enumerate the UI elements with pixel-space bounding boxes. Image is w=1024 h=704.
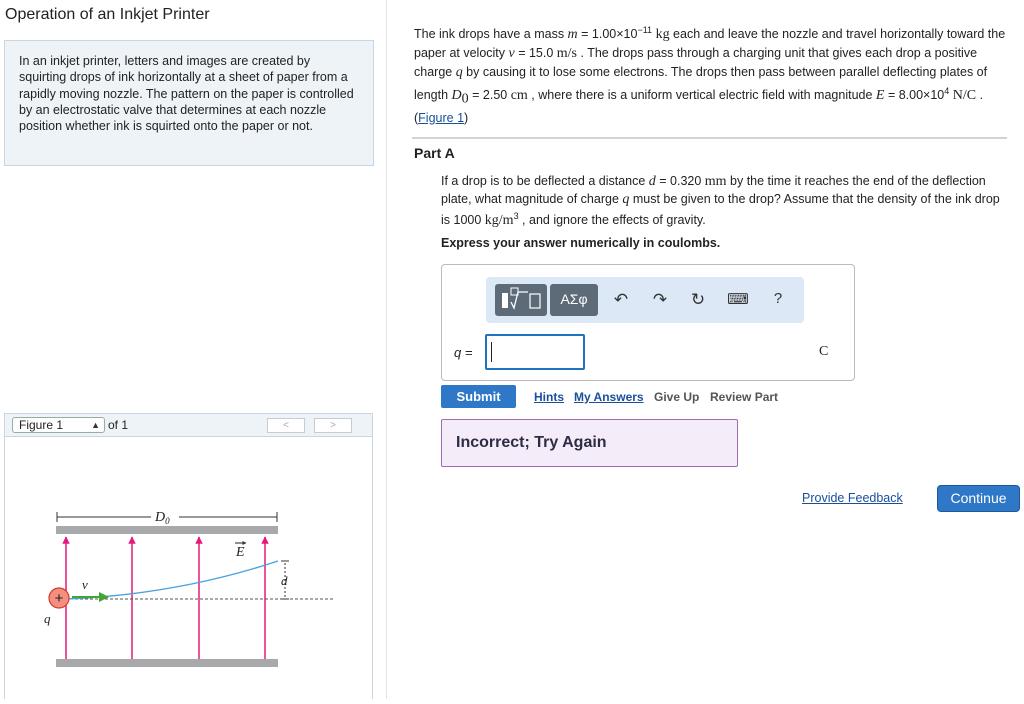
part-label: Part A	[414, 145, 455, 161]
figure-toolbar: Figure 1 ▲ of 1 < >	[4, 413, 373, 437]
hints-link[interactable]: Hints	[534, 390, 564, 404]
next-figure-button[interactable]: >	[314, 418, 352, 433]
bottom-plate	[56, 659, 278, 667]
answer-input[interactable]	[485, 334, 585, 370]
problem-statement: The ink drops have a mass m = 1.00×10−11…	[414, 25, 1006, 125]
undo-icon[interactable]: ↶	[610, 290, 632, 310]
submit-button[interactable]: Submit	[441, 385, 516, 408]
text-caret	[491, 342, 492, 362]
intro-text: In an inkjet printer, letters and images…	[4, 40, 374, 166]
label-d0-sub: 0	[165, 516, 170, 526]
section-divider	[412, 137, 1007, 139]
review-part-link[interactable]: Review Part	[710, 390, 778, 404]
reset-icon[interactable]: ↻	[687, 290, 709, 310]
give-up-link[interactable]: Give Up	[654, 390, 699, 404]
my-answers-link[interactable]: My Answers	[574, 390, 644, 404]
right-panel: The ink drops have a mass m = 1.00×10−11…	[387, 0, 1024, 699]
figure-link[interactable]: Figure 1	[418, 111, 464, 125]
select-arrows-icon: ▲	[91, 420, 100, 430]
help-button[interactable]: ?	[767, 290, 789, 307]
chevron-right-icon: >	[330, 420, 336, 431]
feedback-message: Incorrect; Try Again	[441, 419, 738, 467]
provide-feedback-link[interactable]: Provide Feedback	[802, 491, 903, 505]
redo-icon[interactable]: ↷	[649, 290, 671, 310]
figure-area: D0 E d v + q	[4, 437, 373, 699]
question-text: If a drop is to be deflected a distance …	[441, 174, 1000, 229]
figure-select[interactable]: Figure 1 ▲	[12, 417, 105, 433]
figure-select-label: Figure 1	[19, 418, 64, 432]
inkjet-diagram: D0 E d v + q	[44, 509, 335, 667]
answer-box: ΑΣφ ↶ ↷ ↻ ⌨ ? q = C	[441, 264, 855, 381]
continue-button[interactable]: Continue	[937, 485, 1020, 512]
greek-symbols-button[interactable]: ΑΣφ	[550, 284, 598, 316]
drop-trajectory	[64, 560, 279, 600]
problem-title: Operation of an Inkjet Printer	[5, 6, 210, 23]
keyboard-icon[interactable]: ⌨	[727, 290, 749, 308]
label-d0: D	[154, 510, 165, 525]
templates-button[interactable]	[495, 284, 547, 316]
answer-instructions: Express your answer numerically in coulo…	[441, 236, 721, 250]
left-panel: Operation of an Inkjet Printer In an ink…	[0, 0, 386, 699]
label-d: d	[281, 573, 288, 588]
top-plate	[56, 526, 278, 534]
figure-count: of 1	[108, 418, 129, 432]
label-e: E	[235, 545, 245, 560]
label-v: v	[82, 577, 88, 592]
prev-figure-button[interactable]: <	[267, 418, 305, 433]
templates-icon	[502, 287, 541, 310]
answer-unit: C	[819, 344, 829, 359]
label-q: q	[44, 611, 51, 626]
chevron-left-icon: <	[283, 420, 289, 431]
charge-plus-icon: +	[55, 590, 64, 607]
answer-variable-label: q =	[454, 345, 473, 360]
math-toolbar: ΑΣφ ↶ ↷ ↻ ⌨ ?	[486, 277, 804, 323]
greek-label: ΑΣφ	[560, 291, 588, 307]
